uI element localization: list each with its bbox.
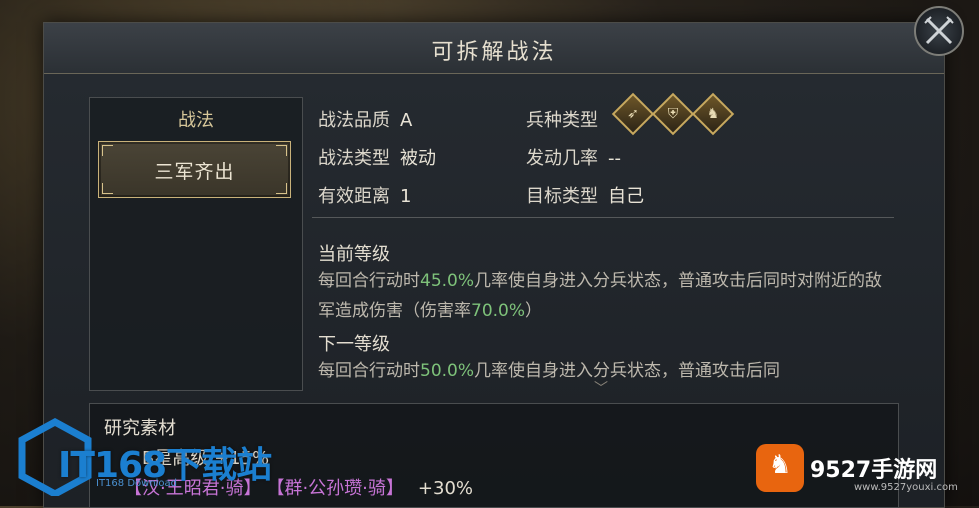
dialog-title: 可拆解战法 [431,40,557,65]
archer-icon: ➶ [611,92,655,136]
material-bonus: +30% [417,478,473,499]
scroll-down-icon[interactable]: ﹀ [594,378,608,398]
current-level-title: 当前等级 [318,244,390,265]
material-tag-gongsunzan[interactable]: 【群·公孙瓒·骑】 [275,478,403,499]
watermark-right-sub: www.9527youxi.com [854,482,958,493]
stat-target-type: 目标类型 自己 [526,186,644,207]
watermark-it168: IT168下载站 IT168 Download [12,414,272,504]
stat-type: 战法类型 被动 [318,148,436,169]
stat-range: 有效距离 1 [318,186,412,207]
skill-list-header: 战法 [178,110,214,131]
stat-troop-type: 兵种类型 [526,110,598,131]
watermark-9527: ♞ 9527手游网 www.9527youxi.com [756,444,976,500]
watermark-left-sub: IT168 Download [96,478,178,489]
crossed-swords-icon [924,16,954,45]
skill-item-sanjunqichu[interactable]: 三军齐出 [98,141,291,198]
stat-trigger-rate: 发动几率 -- [526,148,621,169]
horse-logo-icon: ♞ [756,444,804,492]
divider [312,217,894,218]
dialog-header: 可拆解战法 [44,23,944,74]
skill-item-label: 三军齐出 [154,161,235,183]
next-level-title: 下一等级 [318,334,390,355]
troop-type-icons: ➶ ⛨ ♞ [611,92,735,136]
skill-list-panel: 战法 三军齐出 [89,97,303,391]
cavalry-icon: ♞ [691,92,735,136]
watermark-right-brand: 9527手游网 [810,458,938,483]
current-level-description: 每回合行动时45.0%几率使自身进入分兵状态，普通攻击后同时对附近的敌军造成伤害… [318,271,883,321]
close-button[interactable] [914,6,964,56]
shield-icon: ⛨ [651,92,695,136]
stat-quality: 战法品质 A [318,110,413,131]
